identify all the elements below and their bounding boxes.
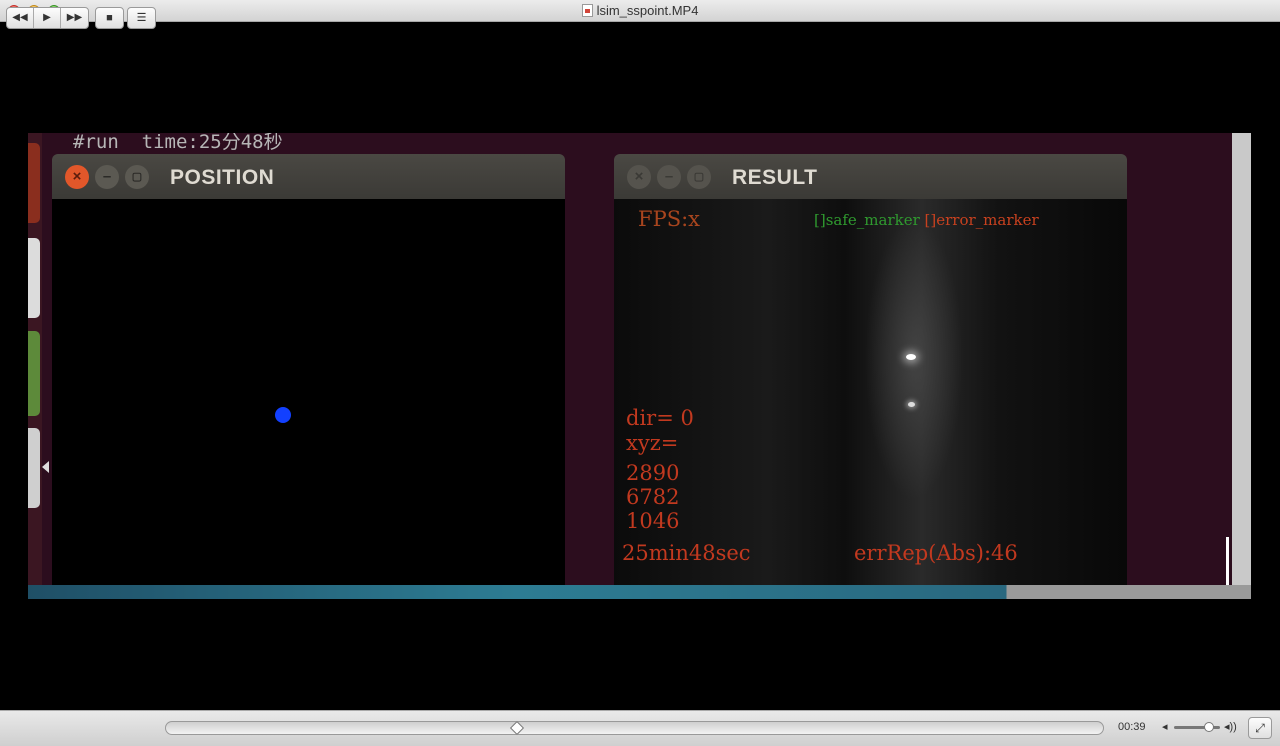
launcher-item: [28, 428, 40, 508]
result-window: × – ▢ RESULT FPS:x []safe_marker []error…: [614, 154, 1127, 599]
seek-handle[interactable]: [509, 720, 525, 736]
xyz-label: xyz=: [626, 431, 679, 455]
dir-label: dir= 0: [626, 406, 694, 430]
z-value: 1046: [626, 509, 680, 533]
fps-label: FPS:x: [638, 207, 701, 231]
seek-bar[interactable]: [165, 720, 1104, 736]
rewind-button[interactable]: ◀◀: [7, 8, 34, 28]
timecode: 00:39: [1118, 721, 1146, 733]
error-rep-label: errRep(Abs):46: [854, 541, 1018, 565]
elapsed-time-label: 25min48sec: [622, 541, 751, 565]
close-icon: ×: [65, 165, 89, 189]
marker-legend: []safe_marker []error_marker: [814, 211, 1039, 229]
stop-button[interactable]: ■: [95, 7, 124, 29]
position-canvas: [52, 199, 565, 599]
light-marker: [908, 402, 915, 407]
maximize-icon: ▢: [125, 165, 149, 189]
volume-high-icon[interactable]: ◂)): [1224, 720, 1237, 733]
video-file-icon: [581, 4, 593, 17]
video-frame[interactable]: #run time:25分48秒 × – ▢ POSITION × – ▢ RE…: [28, 133, 1251, 599]
window-title-area: lsim_sspoint.MP4: [0, 3, 1280, 18]
position-window-header: × – ▢ POSITION: [52, 154, 565, 199]
light-marker: [906, 354, 916, 360]
launcher-item: [28, 143, 40, 223]
position-window: × – ▢ POSITION: [52, 154, 565, 599]
cursor-mark: [1226, 537, 1229, 585]
result-window-title: RESULT: [732, 166, 818, 189]
position-marker-dot: [275, 407, 291, 423]
close-icon: ×: [627, 165, 651, 189]
volume-handle[interactable]: [1204, 722, 1214, 732]
launcher-arrow-icon: [42, 461, 49, 473]
minimize-icon: –: [95, 165, 119, 189]
safe-marker-legend: []safe_marker: [814, 211, 920, 229]
window-titlebar: lsim_sspoint.MP4: [0, 0, 1280, 22]
ubuntu-launcher: [28, 133, 42, 599]
position-window-title: POSITION: [170, 166, 275, 189]
desktop-edge: [1232, 133, 1251, 599]
launcher-item: [28, 238, 40, 318]
result-window-header: × – ▢ RESULT: [614, 154, 1127, 199]
playlist-button[interactable]: ☰: [127, 7, 156, 29]
maximize-icon: ▢: [687, 165, 711, 189]
desktop-bottom-bar: [28, 585, 1251, 599]
error-marker-legend: []error_marker: [924, 211, 1039, 229]
x-value: 2890: [626, 461, 680, 485]
launcher-item: [28, 331, 40, 416]
result-camera-view: FPS:x []safe_marker []error_marker dir= …: [614, 199, 1127, 599]
transport-group: ◀◀ ▶ ▶▶: [6, 7, 89, 29]
minimize-icon: –: [657, 165, 681, 189]
window-title: lsim_sspoint.MP4: [596, 3, 699, 18]
terminal-text: #run time:25分48秒: [73, 133, 283, 153]
fast-forward-button[interactable]: ▶▶: [61, 8, 88, 28]
volume-low-icon[interactable]: ◂: [1162, 720, 1168, 733]
y-value: 6782: [626, 485, 680, 509]
play-button[interactable]: ▶: [34, 8, 61, 28]
fullscreen-button[interactable]: ⤢: [1248, 717, 1272, 739]
